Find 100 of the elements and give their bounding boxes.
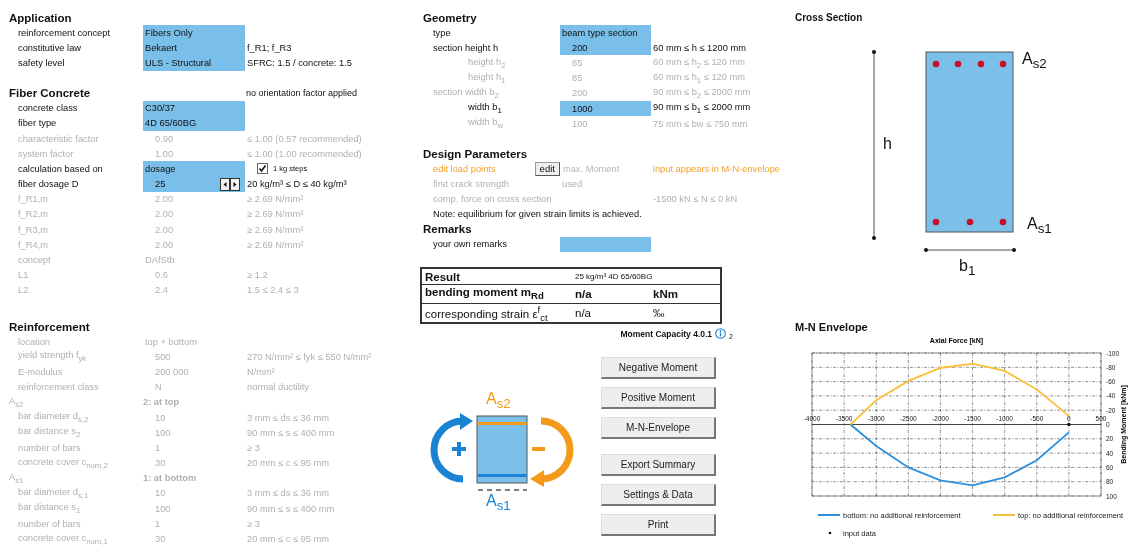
hint-text: 3 mm ≤ ds ≤ 36 mm [247,412,329,423]
table-cell: ‰ [653,307,665,320]
action-button[interactable]: Negative Moment [601,357,716,380]
value-text: 2.00 [155,224,174,235]
value-text: 100 [155,427,171,438]
field-label: reinforcement class [17,382,99,393]
action-button[interactable]: Settings & Data [601,484,716,507]
table-cell: kNm [653,288,678,301]
value-text: 1.00 [155,148,174,159]
field-label: system factor [17,148,74,159]
hint-text: input appears in M-N-envelope [652,163,780,174]
field-label: constitutive law [17,42,82,53]
value-text: 500 [155,351,171,362]
version-text: Moment Capacity 4.0.1 [620,328,713,339]
field-label: f_R4,m [17,239,48,250]
field-label: A$_{s2}$ [9,395,24,409]
value-text: used [562,179,583,190]
hint-text: f_R1; f_R3 [247,42,292,53]
field-label: characteristic factor [17,133,99,144]
value-text: 30 [155,534,166,545]
value-text: top + bottom [145,336,197,347]
value-text: 2.00 [155,209,174,220]
hint-text: ≥ 3 [247,518,260,529]
hint-text: normal ductility [247,382,309,393]
action-button[interactable]: Export Summary [601,454,716,477]
hint-text: 90 mm ≤ s ≤ 400 mm [247,427,335,438]
info-icon[interactable] [715,328,727,340]
field-label: E-modulus [17,366,63,377]
data-point [1067,422,1071,427]
field-label: bar diameter d$_{s,1}$ [17,487,89,500]
section-heading: Application [9,11,73,24]
field-label: comp. force on cross section [432,194,552,205]
value-field[interactable]: C30/37 [143,100,245,116]
value-text: 1 [155,518,161,529]
action-button[interactable]: M-N-Envelope [601,417,716,440]
value-text: 30 [155,458,166,469]
value-text: 0.6 [155,270,168,281]
value-field[interactable]: dosage [143,161,245,177]
field-label: L2 [17,285,29,296]
hint-text: 90 mm ≤ b$_{1}$ ≤ 2000 mm [653,102,751,115]
edit-button[interactable]: edit [534,161,560,176]
value-text: 2: at top [143,397,180,408]
result-subtitle: 25 kg/m³ 4D 65/60BG [575,272,653,282]
hint-text: 60 mm ≤ h$_{1}$ ≤ 120 mm [653,71,746,85]
value-text: 200 000 [155,366,189,377]
value-text: DAfStb [145,255,175,266]
stepper-icon[interactable] [220,177,240,191]
value-text: 100 [572,118,588,129]
value-text: 1 [155,442,161,453]
hint-text: ≥ 2.69 N/mm² [247,224,304,235]
field-label: width b$_{1}$ [467,102,502,115]
hint-text: ≤ 1.00 (0.57 recommended) [247,133,362,144]
table-cell-text: n/a [575,288,593,301]
field-label: fiber dosage D [17,179,79,190]
section-note: no orientation factor applied [246,88,358,99]
hint-text: ≥ 2.69 N/mm² [247,209,304,220]
value-field[interactable]: Bekaert [143,40,245,56]
field-label: height h$_{2}$ [467,56,506,70]
value-text: N [155,382,162,393]
value-text: 0.90 [155,133,174,144]
hint-text: 20 mm ≤ c ≤ 95 mm [247,458,329,469]
field-label: section width b$_{2}$ [432,86,499,100]
hint-text: ≤ 1.00 (1.00 recommended) [247,148,362,159]
hint-text: 90 mm ≤ b$_{2}$ ≤ 2000 mm [653,86,751,100]
hint-text: ≥ 3 [247,442,260,453]
reinforcement-label: A$_{s2}$ [486,391,511,413]
field-label: bar distance s$_{2}$ [17,426,81,440]
field-label: first crack strength [432,179,509,190]
note-text: Note: equilibrium for given strain limits is achieved. [432,207,643,221]
section-heading: Fiber Concrete [9,87,92,100]
field-label: fiber type [17,118,57,129]
value-field[interactable]: Fibers Only [143,25,245,41]
value-field[interactable] [560,236,651,253]
hint-text: 60 mm ≤ h ≤ 1200 mm [653,42,746,53]
section-heading: Cross Section [794,11,864,25]
field-label: number of bars [17,442,81,453]
value-text: 100 [155,503,171,514]
hint-text: 1.5 ≤ 2.4 ≤ 3 [247,285,299,296]
action-button[interactable]: Positive Moment [601,387,716,410]
checkbox[interactable] [257,163,268,175]
section-heading: Remarks [423,223,472,236]
legend-swatch [828,531,832,535]
value-text: 85 [572,73,583,84]
value-text: 1: at bottom [143,473,197,484]
field-label: f_R2,m [17,209,48,220]
field-label: A$_{s1}$ [9,471,24,485]
value-field[interactable]: ULS - Structural [143,55,245,71]
value-field[interactable]: beam type section [560,25,651,41]
field-label: section height h [432,42,499,53]
field-label: number of bars [17,518,81,529]
table-cell-text: n/a [575,307,592,320]
action-button[interactable]: Print [601,514,716,537]
field-label: concept [17,255,51,266]
field-label: f_R1,m [17,194,48,205]
dimension-label: b$_{1}$ [959,258,976,280]
value-field[interactable]: 200 [560,40,651,56]
field-label: type [432,27,451,38]
table-cell-text: bending moment m$_{Rd}$ [424,286,545,302]
hint-text: 20 kg/m³ ≤ D ≤ 40 kg/m³ [247,179,347,190]
hint-text: 3 mm ≤ ds ≤ 36 mm [247,488,329,499]
